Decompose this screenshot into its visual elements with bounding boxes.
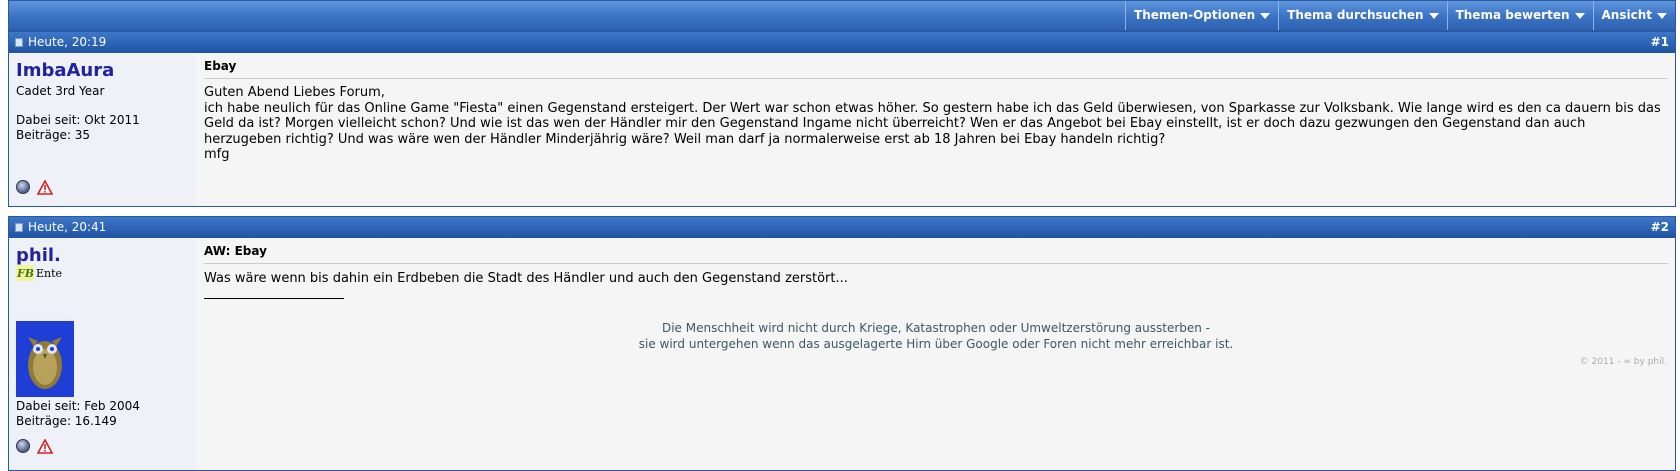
user-info-panel: phil. FB Ente Dabei seit: Feb 2004 Beitr…	[9, 239, 197, 470]
rate-thread-label: Thema bewerten	[1455, 8, 1570, 22]
post-content: AW: Ebay Was wäre wenn bis dahin ein Erd…	[197, 239, 1675, 470]
post-content: Ebay Guten Abend Liebes Forum, ich habe …	[197, 54, 1675, 206]
rate-thread-menu[interactable]: Thema bewerten	[1446, 1, 1593, 30]
thread-options-menu[interactable]: Themen-Optionen	[1125, 1, 1278, 30]
fb-logo-icon: FB	[16, 265, 34, 281]
online-status-icon	[16, 180, 30, 194]
chevron-down-icon	[1574, 13, 1585, 19]
title-separator	[204, 78, 1668, 79]
signature-separator	[204, 298, 344, 299]
post-header: Heute, 20:41 #2	[9, 217, 1675, 238]
user-join-date: Dabei seit: Feb 2004	[16, 399, 140, 413]
view-mode-menu[interactable]: Ansicht	[1592, 1, 1675, 30]
post-message-line: mfg	[204, 147, 230, 162]
chevron-down-icon	[1657, 13, 1667, 19]
post-message-line: ich habe neulich für das Online Game "Fi…	[204, 100, 1661, 147]
user-rank-badge: FB Ente	[16, 265, 62, 281]
signature-line: sie wird untergehen wenn das ausgelagert…	[638, 337, 1234, 351]
thread-tools-menu: Themen-Optionen Thema durchsuchen Thema …	[1125, 1, 1675, 30]
thread-tools-bar: Themen-Optionen Thema durchsuchen Thema …	[8, 0, 1676, 31]
chevron-down-icon	[1260, 13, 1271, 19]
report-post-icon[interactable]	[37, 180, 53, 195]
username-link[interactable]: ImbaAura	[16, 60, 114, 81]
chevron-down-icon	[1428, 13, 1439, 19]
user-avatar[interactable]	[16, 321, 74, 397]
search-thread-menu[interactable]: Thema durchsuchen	[1278, 1, 1446, 30]
post-header: Heute, 20:19 #1	[9, 32, 1675, 53]
post-message: Was wäre wenn bis dahin ein Erdbeben die…	[204, 271, 848, 286]
post-2: Heute, 20:41 #2 phil. FB Ente Dabei seit…	[8, 216, 1676, 471]
post-message: Guten Abend Liebes Forum, ich habe neuli…	[204, 85, 1666, 163]
signature-copyright: © 2011 - ∞ by phil.	[1579, 357, 1667, 367]
title-separator	[204, 263, 1668, 264]
search-thread-label: Thema durchsuchen	[1287, 8, 1424, 22]
report-post-icon[interactable]	[37, 439, 53, 454]
post-date: Heute, 20:41	[28, 220, 107, 234]
signature-line: Die Menschheit wird nicht durch Kriege, …	[661, 321, 1211, 335]
view-mode-label: Ansicht	[1601, 8, 1652, 22]
user-title: Cadet 3rd Year	[16, 84, 105, 98]
post-1: Heute, 20:19 #1 ImbaAura Cadet 3rd Year …	[8, 31, 1676, 207]
post-date: Heute, 20:19	[28, 35, 107, 49]
user-rank-text: Ente	[36, 266, 63, 280]
user-post-count: Beiträge: 35	[16, 128, 91, 142]
user-info-panel: ImbaAura Cadet 3rd Year Dabei seit: Okt …	[9, 54, 197, 206]
thread-options-label: Themen-Optionen	[1134, 8, 1256, 22]
post-document-icon	[15, 223, 23, 232]
user-join-date: Dabei seit: Okt 2011	[16, 113, 140, 127]
post-title: AW: Ebay	[204, 244, 267, 258]
username-link[interactable]: phil.	[16, 245, 61, 266]
svg-text:FB: FB	[16, 267, 34, 280]
post-message-line: Guten Abend Liebes Forum,	[204, 85, 385, 100]
user-post-count: Beiträge: 16.149	[16, 414, 117, 428]
post-number-link[interactable]: #1	[1651, 32, 1669, 53]
post-number-link[interactable]: #2	[1651, 217, 1669, 238]
online-status-icon	[16, 439, 30, 453]
post-document-icon	[15, 38, 23, 47]
post-title: Ebay	[204, 59, 237, 73]
